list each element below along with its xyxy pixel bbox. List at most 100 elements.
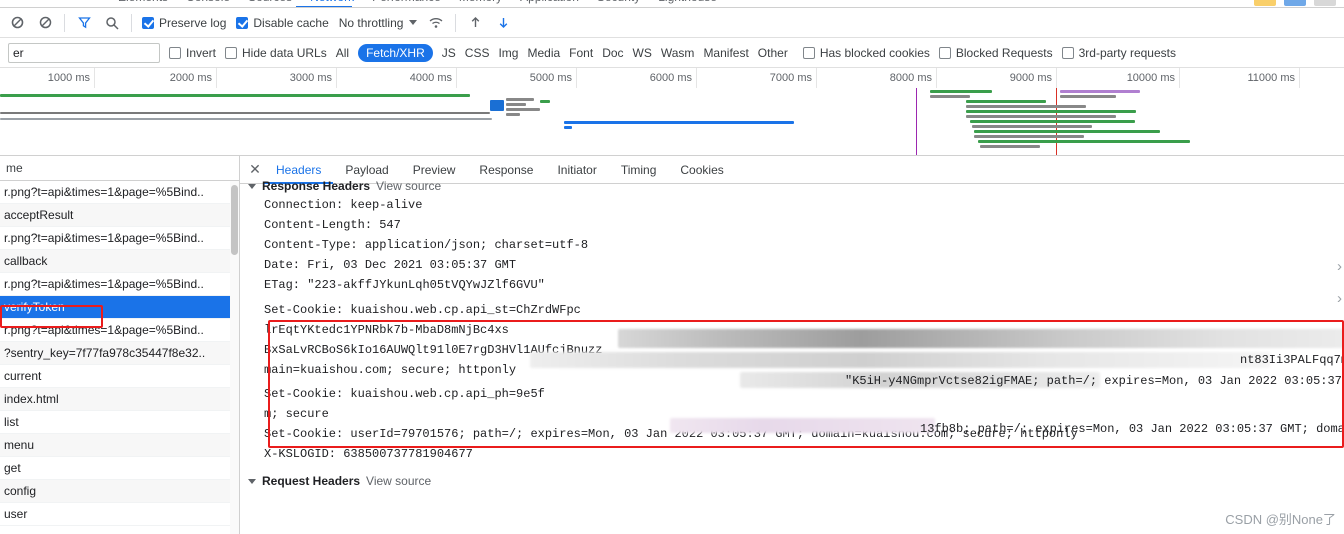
preserve-log-checkbox[interactable]: Preserve log [142, 16, 226, 30]
filter-type-ws[interactable]: WS [633, 46, 652, 60]
ruler-tick: 6000 ms [577, 68, 697, 88]
filter-type-fetch-xhr[interactable]: Fetch/XHR [358, 43, 433, 62]
tab-console[interactable]: Console [186, 0, 230, 4]
preserve-log-label: Preserve log [159, 15, 227, 30]
response-headers-section[interactable]: Response Headers View source [240, 177, 1344, 195]
header-row: Content-Type: application/json; charset=… [240, 235, 1344, 255]
request-headers-title: Request Headers [262, 474, 361, 488]
tab-elements[interactable]: Elements [118, 0, 168, 4]
request-list-header[interactable]: me [0, 156, 239, 181]
record-stop-icon[interactable] [8, 14, 26, 32]
overview-ruler: 1000 ms 2000 ms 3000 ms 4000 ms 5000 ms … [0, 68, 1344, 88]
has-blocked-cookies-box[interactable] [802, 46, 815, 59]
tab-lighthouse[interactable]: Lighthouse [658, 0, 717, 4]
ruler-tick: 2000 ms [95, 68, 217, 88]
ruler-tick: 1000 ms [0, 68, 95, 88]
invert-box[interactable] [169, 46, 181, 59]
request-list[interactable]: me r.png?t=api&times=1&page=%5Bind.. acc… [0, 156, 240, 534]
ruler-tick: 10000 ms [1057, 68, 1180, 88]
view-source-link[interactable]: View source [376, 179, 441, 193]
filter-type-wasm[interactable]: Wasm [661, 46, 695, 60]
has-blocked-cookies-checkbox[interactable]: Has blocked cookies [802, 45, 930, 60]
list-item[interactable]: r.png?t=api&times=1&page=%5Bind.. [0, 319, 239, 342]
filter-type-doc[interactable]: Doc [602, 46, 623, 60]
scrollbar-thumb[interactable] [231, 185, 238, 255]
list-item[interactable]: index.html [0, 388, 239, 411]
request-headers-section[interactable]: Request Headers View source [240, 472, 1344, 490]
header-key: Content-Type: [264, 238, 358, 252]
warning-count-icon[interactable] [1254, 0, 1276, 6]
import-arrow-up-icon[interactable] [466, 14, 484, 32]
export-arrow-down-icon[interactable] [494, 14, 512, 32]
hide-data-urls-box[interactable] [225, 46, 238, 59]
filter-type-img[interactable]: Img [498, 46, 518, 60]
redacted-band [618, 329, 1344, 348]
tab-sources[interactable]: Sources [248, 0, 292, 4]
header-value: 547 [379, 218, 401, 232]
cookie-tail: 13fb8b; path=/; expires=Mon, 03 Jan 2022… [920, 422, 1344, 436]
disable-cache-box[interactable] [236, 16, 249, 29]
view-source-link-2[interactable]: View source [366, 474, 431, 488]
list-item[interactable]: user [0, 503, 239, 526]
list-item[interactable]: menu [0, 434, 239, 457]
wifi-icon[interactable] [427, 14, 445, 32]
filter-type-other[interactable]: Other [758, 46, 788, 60]
chevron-down-icon[interactable] [409, 20, 418, 25]
list-item[interactable]: r.png?t=api&times=1&page=%5Bind.. [0, 273, 239, 296]
tab-network[interactable]: Network [310, 0, 354, 4]
toolbar-divider-2 [131, 13, 132, 32]
invert-checkbox[interactable]: Invert [169, 46, 216, 60]
list-item[interactable]: current [0, 365, 239, 388]
disable-cache-checkbox[interactable]: Disable cache [236, 16, 329, 30]
filter-type-manifest[interactable]: Manifest [703, 46, 748, 60]
close-icon[interactable]: ✕ [246, 161, 264, 179]
has-blocked-cookies-label: Has blocked cookies [819, 45, 930, 60]
blocked-requests-checkbox[interactable]: Blocked Requests [938, 46, 1053, 60]
filter-type-css[interactable]: CSS [465, 46, 490, 60]
invert-label: Invert [186, 45, 217, 60]
info-count-icon[interactable] [1284, 0, 1306, 6]
list-item[interactable]: r.png?t=api&times=1&page=%5Bind.. [0, 227, 239, 250]
tab-application[interactable]: Application [520, 0, 579, 4]
network-toolbar: Preserve log Disable cache No throttling [0, 8, 1344, 38]
filter-type-js[interactable]: JS [442, 46, 456, 60]
list-item[interactable]: callback [0, 250, 239, 273]
clear-icon[interactable] [36, 14, 54, 32]
toolbar-divider-3 [455, 13, 457, 32]
header-key: Set-Cookie: [264, 427, 344, 441]
header-value: Fri, 03 Dec 2021 03:05:37 GMT [307, 258, 517, 272]
chevron-down-icon[interactable] [248, 478, 256, 484]
tab-security[interactable]: Security [597, 0, 640, 4]
network-filter-bar: Invert Hide data URLs All Fetch/XHR JS C… [0, 38, 1344, 68]
chevron-down-icon[interactable] [248, 183, 256, 189]
list-item[interactable]: ?sentry_key=7f77fa978c35447f8e32.. [0, 342, 239, 365]
filter-type-all[interactable]: All [336, 46, 349, 60]
preserve-log-box[interactable] [142, 16, 154, 29]
list-item[interactable]: list [0, 411, 239, 434]
hide-data-urls-checkbox[interactable]: Hide data URLs [225, 46, 327, 60]
third-party-requests-box[interactable] [1061, 46, 1074, 59]
throttle-select[interactable]: No throttling [339, 16, 418, 30]
filter-input[interactable] [8, 42, 160, 63]
cookie-tail: nt83Ii3PALFqq7mDH-roNq-ZmME [1240, 353, 1344, 367]
request-rows: r.png?t=api&times=1&page=%5Bind.. accept… [0, 181, 239, 526]
list-item-selected[interactable]: verifyToken [0, 296, 239, 319]
header-value: keep-alive [350, 198, 423, 212]
filter-type-font[interactable]: Font [569, 46, 593, 60]
request-list-scrollbar[interactable] [230, 181, 239, 534]
search-icon[interactable] [103, 14, 121, 32]
settings-icon[interactable] [1314, 0, 1336, 6]
list-item[interactable]: config [0, 480, 239, 503]
toolbar-divider-1 [64, 13, 65, 32]
filter-type-media[interactable]: Media [527, 46, 560, 60]
list-item[interactable]: r.png?t=api&times=1&page=%5Bind.. [0, 181, 239, 204]
tab-performance[interactable]: Performance [372, 0, 441, 4]
blocked-requests-box[interactable] [938, 46, 951, 59]
filter-funnel-icon[interactable] [75, 14, 93, 32]
network-overview[interactable]: 1000 ms 2000 ms 3000 ms 4000 ms 5000 ms … [0, 68, 1344, 156]
devtools-window: Elements Console Sources Network Perform… [0, 0, 1344, 534]
list-item[interactable]: acceptResult [0, 204, 239, 227]
tab-memory[interactable]: Memory [459, 0, 502, 4]
third-party-requests-checkbox[interactable]: 3rd-party requests [1061, 46, 1176, 60]
list-item[interactable]: get [0, 457, 239, 480]
